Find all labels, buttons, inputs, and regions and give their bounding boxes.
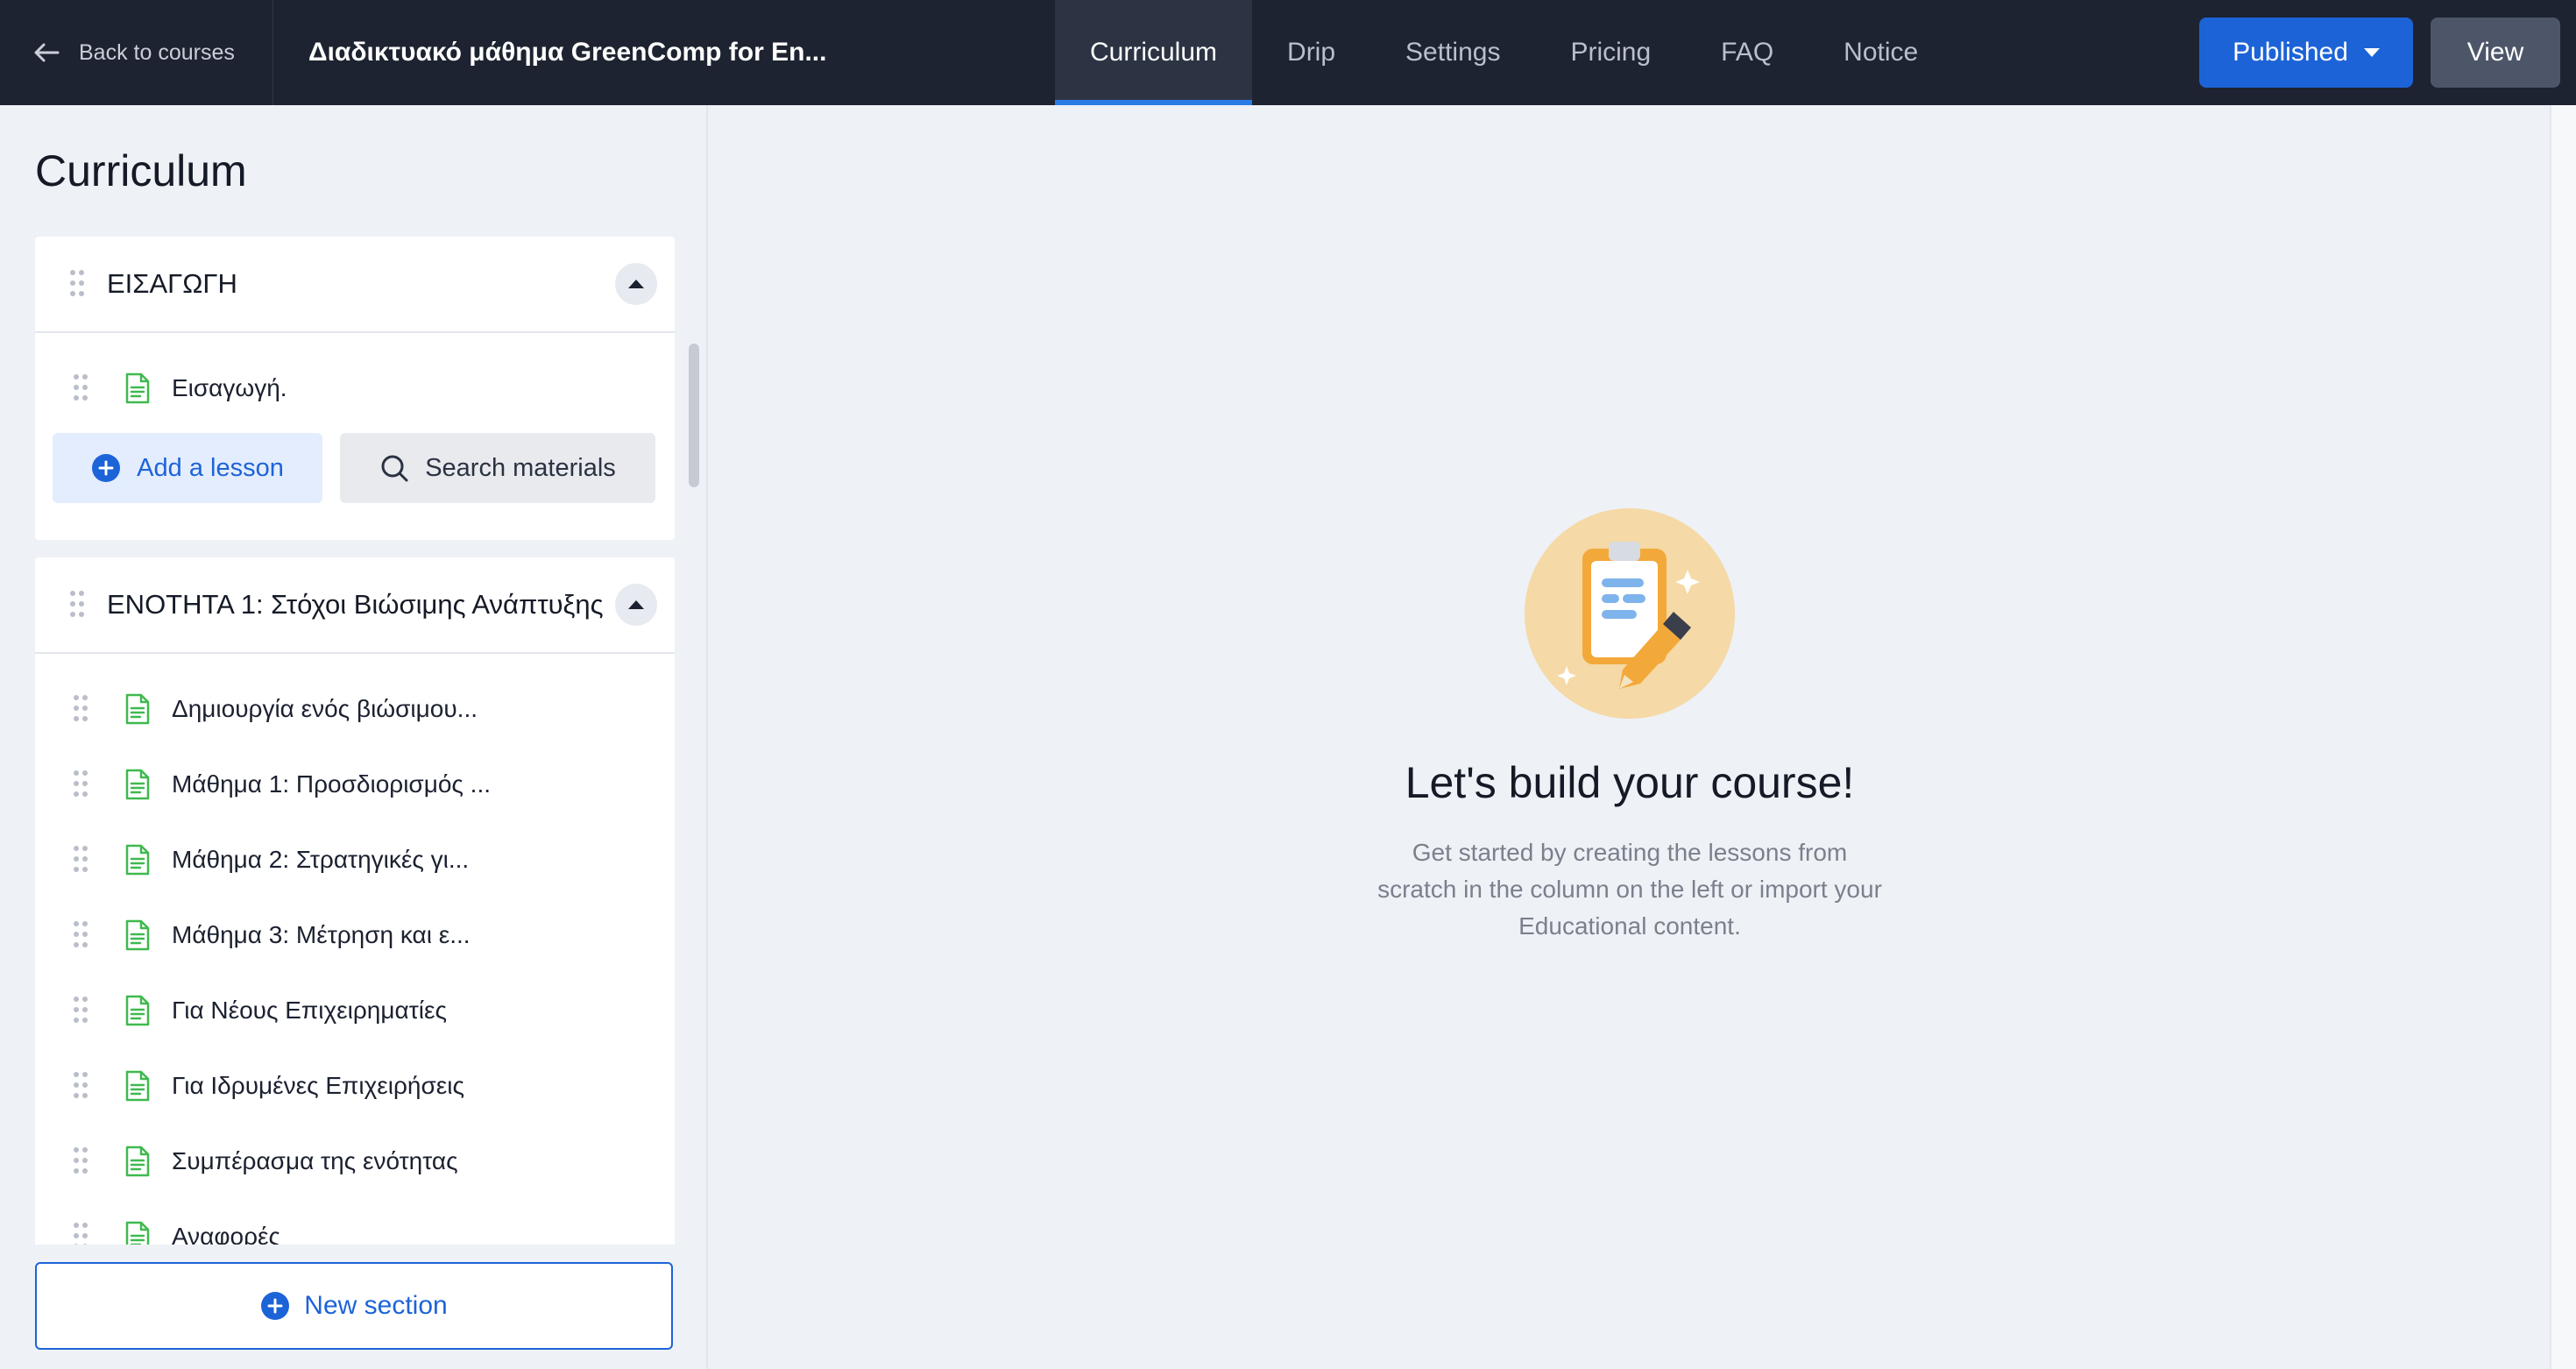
lesson-item[interactable]: Εισαγωγή.	[35, 351, 675, 426]
lesson-item[interactable]: Δημιουργία ενός βιώσιμου...	[35, 671, 675, 747]
document-icon	[125, 769, 150, 800]
section-card: ΕΙΣΑΓΩΓΗ Εισαγωγή. Add a lesson Search m…	[35, 237, 675, 540]
tab-drip[interactable]: Drip	[1252, 0, 1370, 105]
tab-settings[interactable]: Settings	[1370, 0, 1535, 105]
sections-list[interactable]: ΕΙΣΑΓΩΓΗ Εισαγωγή. Add a lesson Search m…	[35, 237, 675, 1245]
published-dropdown-button[interactable]: Published	[2199, 18, 2413, 88]
section-title: ΕΝΟΤΗΤΑ 1: Στόχοι Βιώσιμης Ανάπτυξης	[107, 589, 604, 620]
document-icon	[125, 693, 150, 725]
drag-handle-icon[interactable]	[74, 1223, 88, 1245]
drag-handle-icon[interactable]	[74, 846, 88, 874]
tab-pricing[interactable]: Pricing	[1535, 0, 1686, 105]
collapse-section-button[interactable]	[615, 263, 657, 305]
search-materials-label: Search materials	[425, 453, 616, 482]
lesson-label: Μάθημα 1: Προσδιορισμός ...	[172, 770, 492, 798]
plus-circle-icon	[261, 1292, 290, 1320]
plus-circle-icon	[92, 454, 121, 482]
lesson-item[interactable]: Αναφορές	[35, 1199, 675, 1245]
lesson-label: Για Ιδρυμένες Επιχειρήσεις	[172, 1072, 464, 1099]
lesson-label: Δημιουργία ενός βιώσιμου...	[172, 695, 478, 722]
search-icon	[381, 455, 408, 482]
back-label: Back to courses	[79, 39, 235, 65]
document-icon	[125, 1146, 150, 1177]
tab-curriculum[interactable]: Curriculum	[1055, 0, 1253, 105]
lesson-label: Μάθημα 3: Μέτρηση και ε...	[172, 921, 471, 948]
empty-state-title: Let's build your course!	[1405, 758, 1855, 807]
new-section-label: New section	[304, 1291, 448, 1320]
course-title: Διαδικτυακό μάθημα GreenComp for En...	[308, 38, 827, 67]
drag-handle-icon[interactable]	[74, 1072, 88, 1100]
curriculum-sidebar: Curriculum ΕΙΣΑΓΩΓΗ Εισαγωγή. Add a less…	[0, 105, 708, 1369]
collapse-section-button[interactable]	[615, 584, 657, 626]
document-icon	[125, 844, 150, 876]
right-edge-panel	[2550, 105, 2576, 1369]
caret-down-icon	[2363, 48, 2380, 57]
sidebar-title: Curriculum	[35, 146, 247, 195]
lesson-label: Αναφορές	[172, 1223, 280, 1245]
document-icon	[125, 1070, 150, 1102]
add-lesson-button[interactable]: Add a lesson	[53, 433, 322, 503]
course-tabs: Curriculum Drip Settings Pricing FAQ Not…	[1055, 0, 1953, 105]
clipboard-pencil-illustration-icon	[1525, 508, 1735, 719]
lesson-label: Συμπέρασμα της ενότητας	[172, 1147, 458, 1174]
lesson-label: Για Νέους Επιχειρηματίες	[172, 997, 447, 1024]
arrow-left-icon	[34, 43, 60, 62]
document-icon	[125, 372, 150, 404]
lesson-label: Εισαγωγή.	[172, 374, 287, 401]
lesson-label: Μάθημα 2: Στρατηγικές γι...	[172, 846, 470, 873]
document-icon	[125, 919, 150, 951]
back-to-courses-link[interactable]: Back to courses	[0, 0, 273, 105]
section-header[interactable]: ΕΝΟΤΗΤΑ 1: Στόχοι Βιώσιμης Ανάπτυξης	[35, 557, 675, 654]
drag-handle-icon[interactable]	[74, 921, 88, 949]
published-label: Published	[2233, 38, 2348, 67]
sidebar-scrollbar[interactable]	[687, 237, 701, 1245]
lesson-item[interactable]: Μάθημα 2: Στρατηγικές γι...	[35, 822, 675, 897]
document-icon	[125, 1221, 150, 1245]
document-icon	[125, 995, 150, 1026]
drag-handle-icon[interactable]	[74, 770, 88, 798]
lesson-item[interactable]: Για Ιδρυμένες Επιχειρήσεις	[35, 1048, 675, 1124]
section-actions: Add a lesson Search materials	[35, 426, 675, 540]
chevron-up-icon	[628, 280, 644, 288]
lesson-item[interactable]: Για Νέους Επιχειρηματίες	[35, 973, 675, 1048]
empty-state-description: Get started by creating the lessons from…	[1377, 839, 1882, 940]
section-card: ΕΝΟΤΗΤΑ 1: Στόχοι Βιώσιμης Ανάπτυξης Δημ…	[35, 557, 675, 1245]
drag-handle-icon[interactable]	[70, 270, 84, 298]
add-lesson-label: Add a lesson	[137, 453, 284, 482]
drag-handle-icon[interactable]	[74, 695, 88, 723]
section-title: ΕΙΣΑΓΩΓΗ	[107, 268, 237, 299]
section-header[interactable]: ΕΙΣΑΓΩΓΗ	[35, 237, 675, 333]
search-materials-button[interactable]: Search materials	[340, 433, 655, 503]
scrollbar-thumb[interactable]	[689, 344, 699, 487]
chevron-up-icon	[628, 600, 644, 609]
main-content: Let's build your course! Get started by …	[710, 105, 2550, 1369]
view-button[interactable]: View	[2431, 18, 2560, 88]
top-bar: Back to courses Διαδικτυακό μάθημα Green…	[0, 0, 2576, 105]
tab-faq[interactable]: FAQ	[1686, 0, 1808, 105]
drag-handle-icon[interactable]	[70, 591, 84, 619]
lesson-item[interactable]: Συμπέρασμα της ενότητας	[35, 1124, 675, 1199]
lesson-item[interactable]: Μάθημα 1: Προσδιορισμός ...	[35, 747, 675, 822]
tab-notice[interactable]: Notice	[1808, 0, 1953, 105]
drag-handle-icon[interactable]	[74, 374, 88, 402]
new-section-button[interactable]: New section	[35, 1262, 673, 1350]
lesson-item[interactable]: Μάθημα 3: Μέτρηση και ε...	[35, 897, 675, 973]
drag-handle-icon[interactable]	[74, 997, 88, 1025]
drag-handle-icon[interactable]	[74, 1147, 88, 1175]
